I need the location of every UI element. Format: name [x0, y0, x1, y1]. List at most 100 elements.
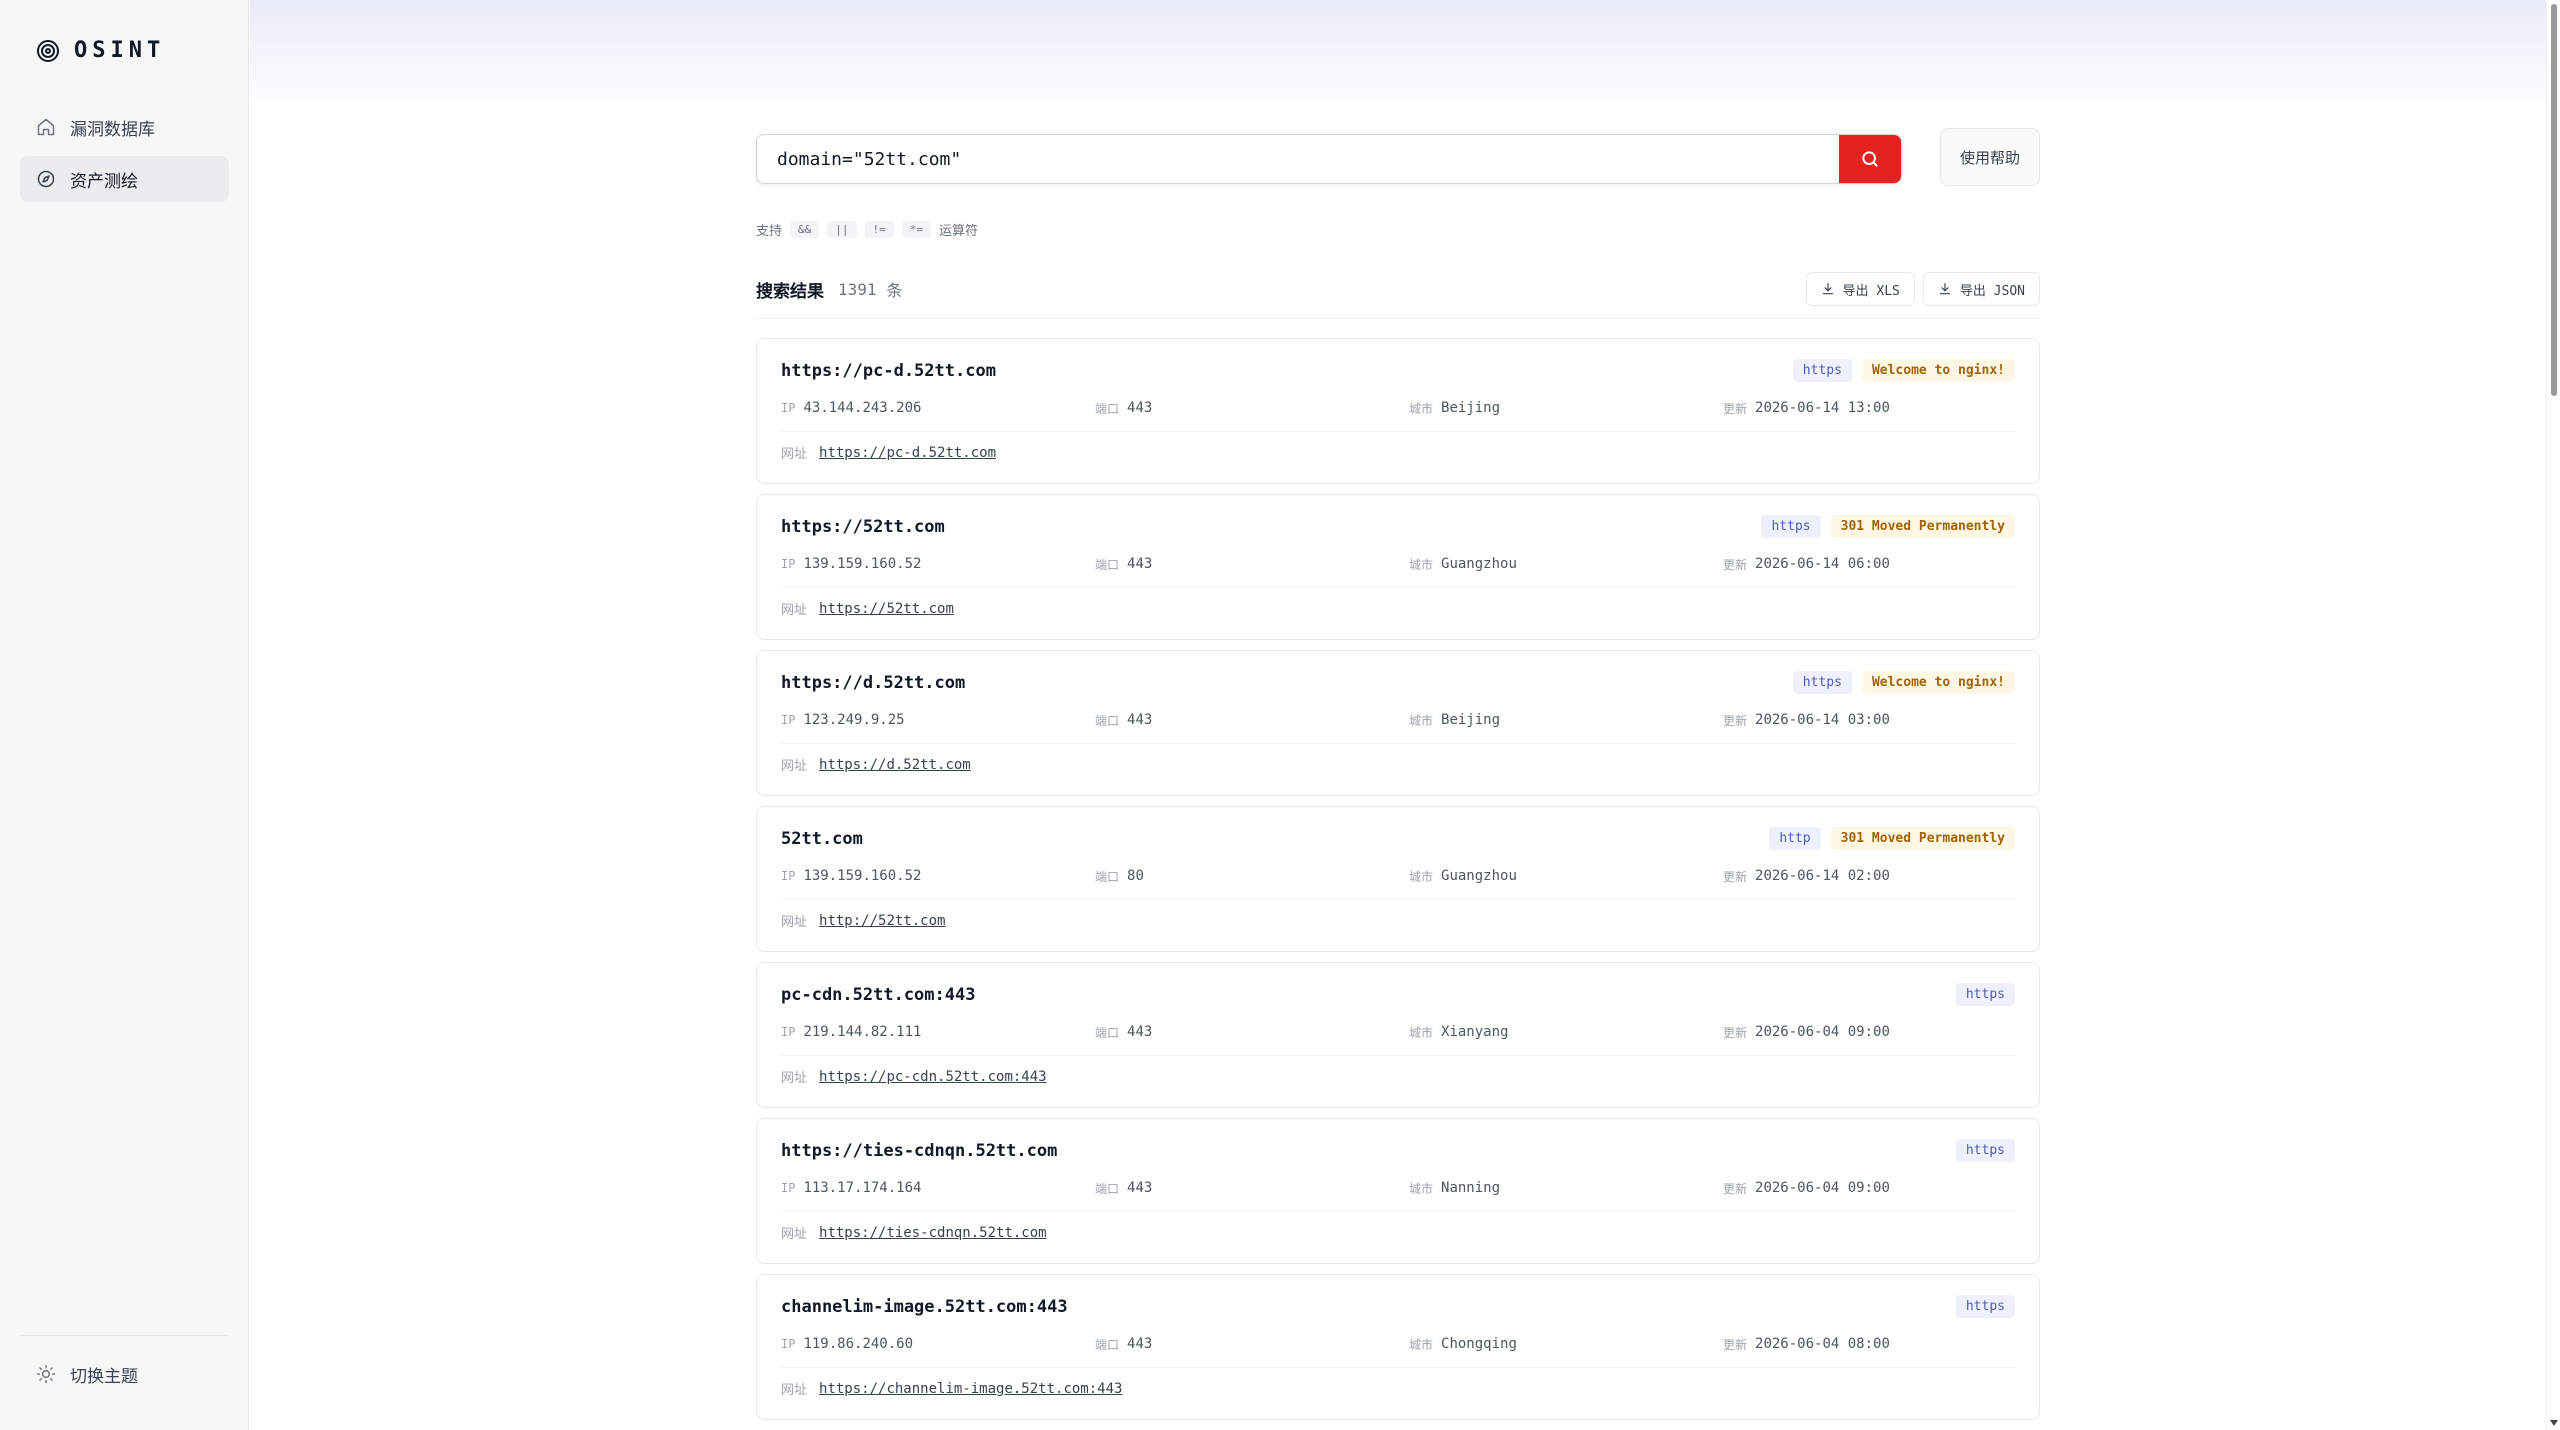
meta-city: 城市 Beijing — [1409, 397, 1723, 419]
meta-updated: 更新 2026-06-14 13:00 — [1723, 397, 2037, 419]
url-label: 网址 — [781, 1383, 808, 1398]
meta-city: 城市 Chongqing — [1409, 1333, 1723, 1355]
export-json-button[interactable]: 导出 JSON — [1922, 272, 2040, 306]
status-badge: 301 Moved Permanently — [1830, 827, 2015, 850]
result-card[interactable]: pc-cdn.52tt.com:443 https IP 219.144.82.1… — [756, 962, 2040, 1108]
result-url-row: 网址 https://ties-cdnqn.52tt.com — [781, 1223, 1047, 1243]
sidebar-nav: 漏洞数据库 资产测绘 — [20, 104, 229, 208]
meta-label: 城市 — [1409, 713, 1434, 728]
meta-label: IP — [781, 401, 796, 415]
meta-label: 更新 — [1723, 1181, 1748, 1196]
result-card[interactable]: https://pc-d.52tt.com https Welcome to n… — [756, 338, 2040, 484]
sidebar-divider — [20, 1335, 229, 1336]
result-tags: https Welcome to nginx! — [1792, 359, 2015, 382]
brand-logo[interactable]: OSINT — [36, 38, 165, 63]
meta-value: 139.159.160.52 — [803, 556, 922, 572]
meta-updated: 更新 2026-06-04 09:00 — [1723, 1021, 2037, 1043]
sidebar-item-vuln-db[interactable]: 漏洞数据库 — [20, 104, 229, 150]
meta-label: IP — [781, 713, 796, 727]
sidebar-item-asset-mapping[interactable]: 资产测绘 — [20, 156, 229, 202]
result-card[interactable]: channelim-image.52tt.com:443 https IP 119… — [756, 1274, 2040, 1420]
card-divider — [781, 743, 2015, 744]
meta-ip: IP 139.159.160.52 — [781, 865, 1095, 887]
result-url-link[interactable]: https://52tt.com — [819, 601, 954, 617]
protocol-badge: https — [1955, 983, 2015, 1006]
result-title: https://52tt.com — [781, 517, 945, 537]
sidebar: OSINT 漏洞数据库 资产测绘 切换主题 — [0, 0, 249, 1430]
meta-ip: IP 113.17.174.164 — [781, 1177, 1095, 1199]
meta-port: 端口 443 — [1095, 1333, 1409, 1355]
meta-value: 443 — [1127, 712, 1153, 728]
result-tags: http 301 Moved Permanently — [1769, 827, 2015, 850]
url-label: 网址 — [781, 447, 808, 462]
page-scrollbar[interactable] — [2546, 0, 2560, 1430]
theme-toggle-button[interactable]: 切换主题 — [20, 1352, 229, 1396]
search-button[interactable] — [1839, 135, 1901, 183]
meta-ip: IP 139.159.160.52 — [781, 553, 1095, 575]
result-url-link[interactable]: https://channelim-image.52tt.com:443 — [819, 1381, 1122, 1397]
card-divider — [781, 1211, 2015, 1212]
result-url-link[interactable]: http://52tt.com — [819, 913, 945, 929]
scrollbar-thumb[interactable] — [2551, 4, 2557, 396]
result-title: 52tt.com — [781, 829, 863, 849]
result-title: pc-cdn.52tt.com:443 — [781, 985, 976, 1005]
meta-label: 端口 — [1095, 713, 1120, 728]
compass-icon — [37, 170, 55, 188]
meta-label: 端口 — [1095, 869, 1120, 884]
result-card[interactable]: https://d.52tt.com https Welcome to ngin… — [756, 650, 2040, 796]
result-tags: https 301 Moved Permanently — [1761, 515, 2015, 538]
result-url-link[interactable]: https://pc-cdn.52tt.com:443 — [819, 1069, 1047, 1085]
meta-value: Beijing — [1441, 400, 1501, 416]
meta-value: Beijing — [1441, 712, 1501, 728]
result-card[interactable]: https://52tt.com https 301 Moved Permane… — [756, 494, 2040, 640]
protocol-badge: https — [1955, 1139, 2015, 1162]
result-meta: IP 113.17.174.164 端口 443 城市 Nanning 更新 2026-… — [781, 1177, 2017, 1199]
meta-city: 城市 Guangzhou — [1409, 553, 1723, 575]
result-url-row: 网址 http://52tt.com — [781, 911, 945, 931]
meta-label: 端口 — [1095, 1025, 1120, 1040]
results-count: 1391 — [838, 279, 877, 299]
status-badge: 301 Moved Permanently — [1830, 515, 2015, 538]
meta-value: 2026-06-14 02:00 — [1755, 868, 1890, 884]
result-url-link[interactable]: https://d.52tt.com — [819, 757, 971, 773]
meta-label: 端口 — [1095, 1181, 1120, 1196]
operator-hint-prefix: 支持 — [756, 224, 783, 239]
help-button[interactable]: 使用帮助 — [1940, 128, 2040, 186]
meta-value: 139.159.160.52 — [803, 868, 922, 884]
export-xls-button[interactable]: 导出 XLS — [1805, 272, 1915, 306]
result-meta: IP 123.249.9.25 端口 443 城市 Beijing 更新 2026-06… — [781, 709, 2017, 731]
card-divider — [781, 1055, 2015, 1056]
meta-value: 443 — [1127, 1336, 1153, 1352]
status-badge: Welcome to nginx! — [1861, 671, 2015, 694]
result-url-link[interactable]: https://pc-d.52tt.com — [819, 445, 996, 461]
target-icon — [37, 39, 59, 62]
protocol-badge: https — [1761, 515, 1821, 538]
meta-updated: 更新 2026-06-14 06:00 — [1723, 553, 2037, 575]
home-icon — [37, 118, 55, 136]
meta-city: 城市 Beijing — [1409, 709, 1723, 731]
meta-value: 2026-06-04 09:00 — [1755, 1024, 1890, 1040]
meta-value: 443 — [1127, 556, 1153, 572]
meta-label: IP — [781, 869, 796, 883]
result-meta: IP 219.144.82.111 端口 443 城市 Xianyang 更新 2026… — [781, 1021, 2017, 1043]
meta-city: 城市 Guangzhou — [1409, 865, 1723, 887]
scroll-down-arrow-icon[interactable] — [2550, 1420, 2558, 1426]
meta-value: 219.144.82.111 — [803, 1024, 922, 1040]
result-card[interactable]: https://ties-cdnqn.52tt.com https IP 113.… — [756, 1118, 2040, 1264]
result-url-row: 网址 https://channelim-image.52tt.com:443 — [781, 1379, 1122, 1399]
meta-port: 端口 443 — [1095, 1021, 1409, 1043]
meta-label: IP — [781, 1337, 796, 1351]
result-title: https://pc-d.52tt.com — [781, 361, 996, 381]
meta-label: 城市 — [1409, 1025, 1434, 1040]
meta-value: Chongqing — [1441, 1336, 1517, 1352]
card-divider — [781, 431, 2015, 432]
search-input[interactable] — [757, 135, 1840, 183]
status-badge: Welcome to nginx! — [1861, 359, 2015, 382]
results-title: 搜索结果 — [756, 281, 824, 302]
meta-value: 2026-06-14 13:00 — [1755, 400, 1890, 416]
result-url-link[interactable]: https://ties-cdnqn.52tt.com — [819, 1225, 1047, 1241]
protocol-badge: https — [1792, 359, 1852, 382]
result-meta: IP 119.86.240.60 端口 443 城市 Chongqing 更新 2026… — [781, 1333, 2017, 1355]
result-card[interactable]: 52tt.com http 301 Moved Permanently IP 13… — [756, 806, 2040, 952]
card-divider — [781, 587, 2015, 588]
